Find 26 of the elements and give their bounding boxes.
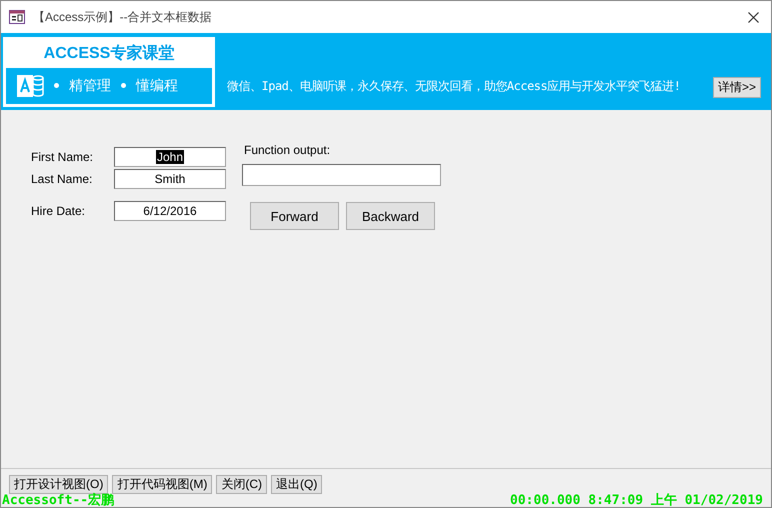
tagline-text: 懂编程	[136, 76, 178, 94]
text-field[interactable]: 6/12/2016	[114, 201, 226, 221]
form-icon	[9, 10, 25, 24]
window-title: 【Access示例】--合并文本框数据	[33, 8, 213, 26]
close-button[interactable]: 关闭(C)	[216, 475, 267, 494]
details-button[interactable]: 详情>>	[712, 77, 761, 98]
text-field[interactable]: Smith	[114, 169, 226, 189]
backward-button[interactable]: Backward	[346, 202, 435, 230]
exit-button[interactable]: 退出(Q)	[271, 475, 322, 494]
field-label: First Name:	[31, 150, 94, 164]
close-icon[interactable]	[748, 12, 759, 22]
brand-title: ACCESS专家课堂	[42, 43, 176, 64]
bullet-icon	[121, 83, 126, 88]
output-field[interactable]	[242, 164, 441, 186]
field-label: Last Name:	[31, 172, 94, 186]
text-field[interactable]: John	[114, 147, 226, 167]
status-text: Accessoft--宏鹏	[2, 494, 114, 507]
code-view-button[interactable]: 打开代码视图(M)	[112, 475, 212, 494]
field-label: Hire Date:	[31, 204, 86, 218]
forward-button[interactable]: Forward	[250, 202, 339, 230]
timestamp: 00:00.000 8:47:09 上午 01/02/2019	[510, 494, 763, 507]
design-view-button[interactable]: 打开设计视图(O)	[9, 475, 108, 494]
output-label: Function output:	[243, 143, 332, 159]
promo-text: 微信、Ipad、电脑听课，永久保存、无限次回看，助您Access应用与开发水平突飞猛进!	[227, 78, 682, 95]
bullet-icon	[54, 83, 59, 88]
tagline-text: 精管理	[69, 76, 111, 94]
